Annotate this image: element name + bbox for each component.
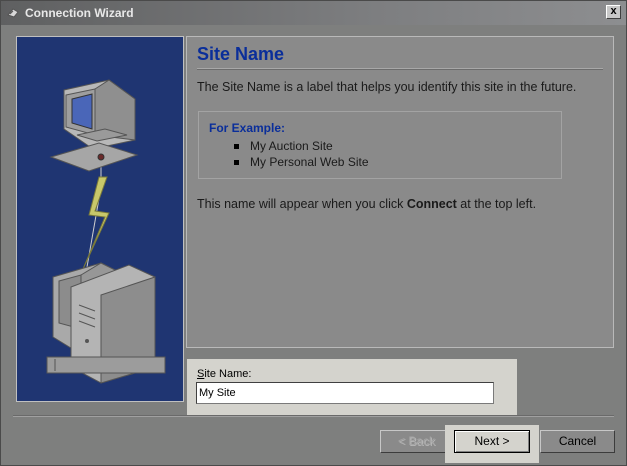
back-button[interactable]: < Back [380, 430, 453, 453]
close-icon: x [610, 5, 617, 17]
cancel-button[interactable]: Cancel [540, 430, 615, 453]
example-list: My Auction Site My Personal Web Site [234, 138, 369, 170]
connection-wizard-window: Connection Wizard x Site Name The Site N… [0, 0, 627, 466]
page-description: The Site Name is a label that helps you … [197, 80, 577, 94]
list-item: My Auction Site [234, 138, 369, 154]
title-divider [197, 68, 603, 70]
note-text-after: at the top left. [456, 197, 537, 211]
example-title: For Example: [209, 121, 286, 135]
close-button[interactable]: x [606, 5, 621, 19]
page-title: Site Name [197, 44, 285, 64]
site-name-label-text: ite Name: [204, 368, 252, 380]
site-name-input[interactable] [196, 382, 494, 404]
site-name-field-area: Site Name: [187, 359, 517, 417]
note-connect-term: Connect [406, 197, 457, 211]
connection-wizard-icon [7, 8, 19, 18]
content-panel: Site Name The Site Name is a label that … [186, 36, 614, 348]
title-bar[interactable]: Connection Wizard x [1, 1, 626, 25]
example-box: For Example: My Auction Site My Personal… [198, 111, 562, 179]
site-name-label: Site Name: [197, 368, 251, 380]
next-button[interactable]: Next > [454, 430, 530, 453]
list-item: My Personal Web Site [234, 154, 369, 170]
side-illustration-panel [16, 36, 184, 402]
computer-connection-illustration [46, 79, 166, 384]
page-note: This name will appear when you click Con… [197, 197, 536, 211]
window-title: Connection Wizard [25, 6, 134, 20]
note-text-before: This name will appear when you click [197, 197, 407, 211]
button-divider [13, 415, 614, 417]
